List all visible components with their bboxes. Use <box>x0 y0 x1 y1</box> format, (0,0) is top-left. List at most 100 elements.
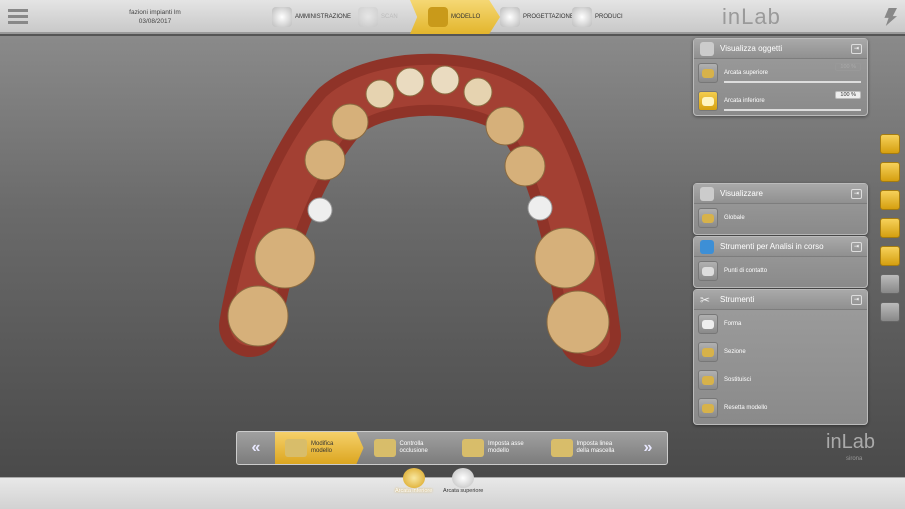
lower-arch-icon <box>698 91 718 111</box>
panel-title: Visualizza oggetti <box>720 44 783 53</box>
step-amministrazione[interactable]: AMMINISTRAZIONE <box>272 0 351 34</box>
step-line: modello <box>311 448 333 454</box>
tooth <box>546 290 610 354</box>
row-label: Resetta modello <box>724 405 768 411</box>
opacity-field[interactable]: 100 % <box>835 63 861 71</box>
panel-visualizza-oggetti: Visualizza oggetti ⇥ Arcata superiore 100 … <box>693 38 868 116</box>
contact-points-icon <box>698 261 718 281</box>
step-progettazione[interactable]: PROGETTAZIONE <box>500 0 574 34</box>
button-label: Arcata inferiore <box>395 488 433 494</box>
implant-marker <box>307 197 333 223</box>
jaw-line-icon <box>550 439 573 457</box>
tooth <box>504 145 546 187</box>
panel-title: Visualizzare <box>720 189 763 198</box>
side-tools-icon[interactable] <box>880 162 900 182</box>
tooth <box>304 139 346 181</box>
model-icon <box>428 7 448 27</box>
shape-icon <box>698 314 718 334</box>
tooth <box>331 103 369 141</box>
upper-arch-icon <box>452 468 475 488</box>
tool-punti-contatto[interactable]: Punti di contatto <box>694 257 867 285</box>
reset-model-icon <box>698 398 718 418</box>
tool-globale[interactable]: Globale <box>694 204 867 232</box>
wizard-prev-button[interactable]: « <box>237 439 275 457</box>
implant-marker <box>527 195 553 221</box>
lower-arch-button[interactable]: Arcata inferiore <box>395 468 432 494</box>
tooth <box>254 227 316 289</box>
menu-icon[interactable] <box>8 9 28 25</box>
cube-icon <box>700 186 714 201</box>
step-label: SCAN <box>381 14 398 20</box>
design-icon <box>500 7 520 27</box>
pin-icon[interactable]: ⇥ <box>851 43 862 54</box>
step-line: Imposta linea <box>576 441 613 447</box>
step-label: PROGETTAZIONE <box>523 14 574 20</box>
occlusion-icon <box>373 439 396 457</box>
step-line: Imposta asse <box>488 441 524 447</box>
lower-arch-icon <box>402 468 425 488</box>
object-row-upper[interactable]: Arcata superiore 100 % <box>694 59 867 87</box>
step-scan[interactable]: SCAN <box>358 0 398 34</box>
pin-icon[interactable]: ⇥ <box>851 294 862 305</box>
step-line: Modifica <box>311 441 334 447</box>
panel-analisi: Strumenti per Analisi in corso ⇥ Punti di… <box>693 236 868 288</box>
tool-sezione[interactable]: Sezione <box>694 338 867 366</box>
case-name: fazioni impianti lm <box>129 9 181 16</box>
replace-icon <box>698 370 718 390</box>
wizard-step-imposta-linea[interactable]: Imposta linea della mascella <box>541 432 630 464</box>
row-label: Sostituisci <box>724 377 752 383</box>
side-analysis-icon[interactable] <box>880 218 900 238</box>
tool-sostituisci[interactable]: Sostituisci <box>694 366 867 394</box>
step-produci[interactable]: PRODUCI <box>572 0 623 34</box>
step-line: occlusione <box>399 448 428 454</box>
case-date: 03/08/2017 <box>138 18 172 25</box>
tool-resetta[interactable]: Resetta modello <box>694 394 867 422</box>
pin-icon[interactable]: ⇥ <box>851 188 862 199</box>
case-info: fazioni impianti lm 03/08/2017 <box>110 8 200 26</box>
panel-visualizzare: Visualizzare ⇥ Globale <box>693 183 868 235</box>
opacity-slider[interactable] <box>724 109 861 111</box>
flash-icon[interactable] <box>884 8 897 26</box>
button-label: Arcata superiore <box>443 488 484 494</box>
step-label: PRODUCI <box>595 14 623 20</box>
pin-icon[interactable]: ⇥ <box>851 241 862 252</box>
step-label: MODELLO <box>451 14 481 20</box>
upper-arch-button[interactable]: Arcata superiore <box>443 468 483 494</box>
wizard-next-button[interactable]: » <box>629 439 667 457</box>
edit-model-icon <box>285 439 307 457</box>
opacity-field[interactable]: 100 % <box>835 91 861 99</box>
step-line: modello <box>488 448 510 454</box>
row-label: Sezione <box>724 349 746 355</box>
side-object-icon[interactable] <box>880 134 900 154</box>
row-label: Forma <box>724 321 742 327</box>
opacity-slider[interactable] <box>724 81 861 83</box>
wizard-step-imposta-asse[interactable]: Imposta asse modello <box>452 432 541 464</box>
tooth <box>485 106 525 146</box>
step-line: della mascella <box>576 448 615 454</box>
step-modello[interactable]: MODELLO <box>410 0 500 34</box>
inlab-logo: inLab <box>722 4 781 29</box>
side-book-icon[interactable] <box>880 302 900 322</box>
produce-icon <box>572 7 592 27</box>
side-figure-icon[interactable] <box>880 274 900 294</box>
inlab-watermark: inLab <box>826 431 875 453</box>
wizard-step-modifica-modello[interactable]: Modifica modello <box>275 432 364 464</box>
wizard-bar: « Modifica modello Controlla occlusione Im… <box>236 431 668 465</box>
row-label: Globale <box>724 215 745 221</box>
bottom-bar: Arcata inferiore Arcata superiore <box>0 468 905 509</box>
row-label: Punti di contatto <box>724 268 768 274</box>
wizard-step-controlla-occlusione[interactable]: Controlla occlusione <box>364 432 453 464</box>
scan-icon <box>358 7 378 27</box>
side-view-icon[interactable] <box>880 190 900 210</box>
tool-forma[interactable]: Forma <box>694 310 867 338</box>
top-bar: fazioni impianti lm 03/08/2017 AMMINISTR… <box>0 0 905 34</box>
sirona-watermark: sirona <box>846 456 863 462</box>
panel-title: Strumenti <box>720 295 755 304</box>
global-view-icon <box>698 208 718 228</box>
side-model-icon[interactable] <box>880 246 900 266</box>
object-row-lower[interactable]: Arcata inferiore 100 % <box>694 87 867 115</box>
3d-viewport[interactable]: Visualizza oggetti ⇥ Arcata superiore 100 … <box>0 36 905 477</box>
row-label: Arcata inferiore <box>724 98 765 104</box>
step-label: AMMINISTRAZIONE <box>295 14 352 20</box>
model-axis-icon <box>462 439 484 457</box>
